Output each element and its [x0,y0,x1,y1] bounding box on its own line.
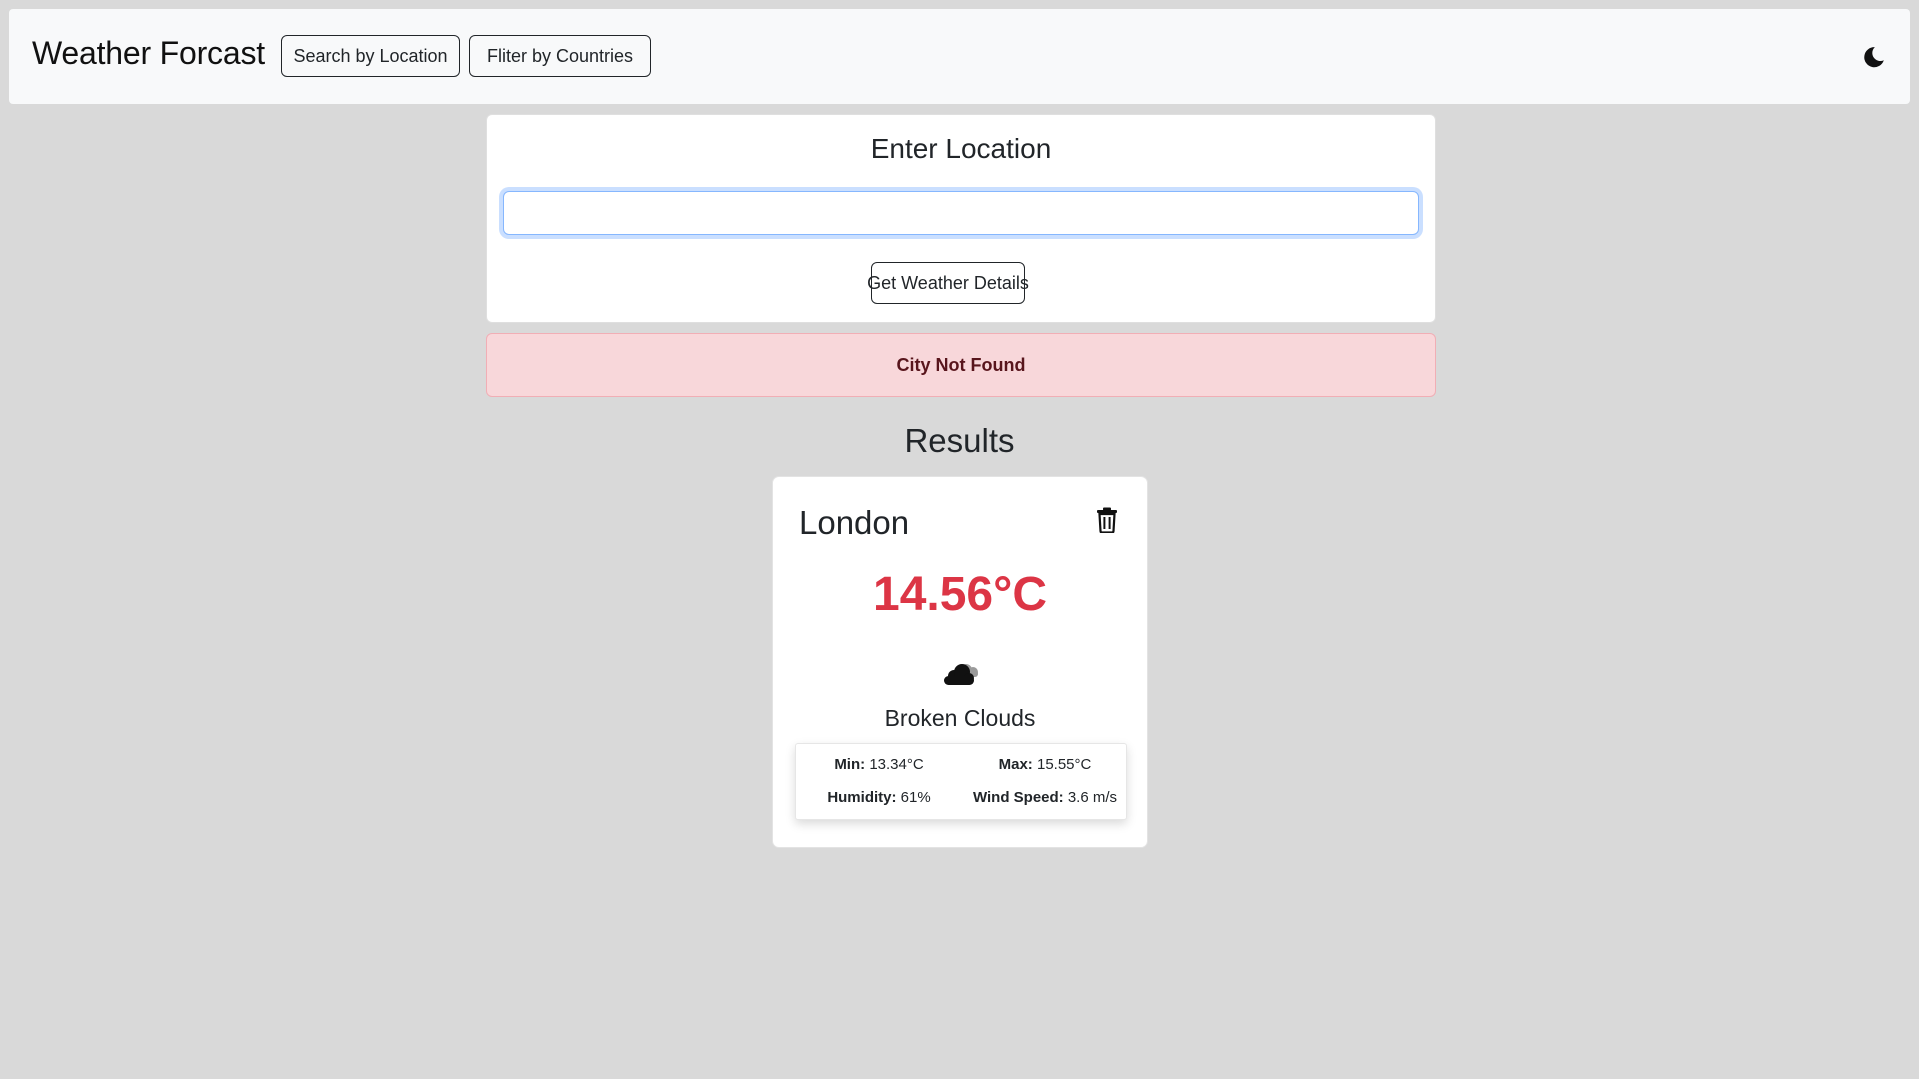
brand-title[interactable]: Weather Forcast [32,35,265,72]
search-by-location-button[interactable]: Search by Location [281,35,460,77]
weather-description: Broken Clouds [884,705,1036,731]
results-heading: Results [904,422,1015,459]
max-temp: Max: 15.55°C [998,756,1092,773]
wind-speed: Wind Speed: 3.6 m/s [972,789,1118,806]
city-name: London [799,504,910,541]
error-alert: City Not Found [486,333,1436,397]
broken-clouds-icon [941,657,983,689]
min-temp: Min: 13.34°C [834,756,924,773]
temperature: 14.56°C [873,568,1047,621]
filter-by-countries-button[interactable]: Fliter by Countries [469,35,651,77]
location-card: Enter Location Get Weather Details [486,114,1436,323]
get-weather-details-button[interactable]: Get Weather Details [867,262,1029,304]
moon-icon[interactable] [1862,45,1886,69]
navbar: Weather Forcast Search by Location Flite… [9,9,1910,104]
weather-card: London 14.56°C Broken Clouds Min: 13.34°… [772,476,1148,848]
humidity: Humidity: 61% [827,789,931,806]
location-input[interactable] [503,191,1419,235]
weather-details-panel: Min: 13.34°C Max: 15.55°C Humidity: 61% … [795,743,1127,820]
location-title: Enter Location [870,133,1052,164]
trash-icon[interactable] [1095,507,1119,534]
